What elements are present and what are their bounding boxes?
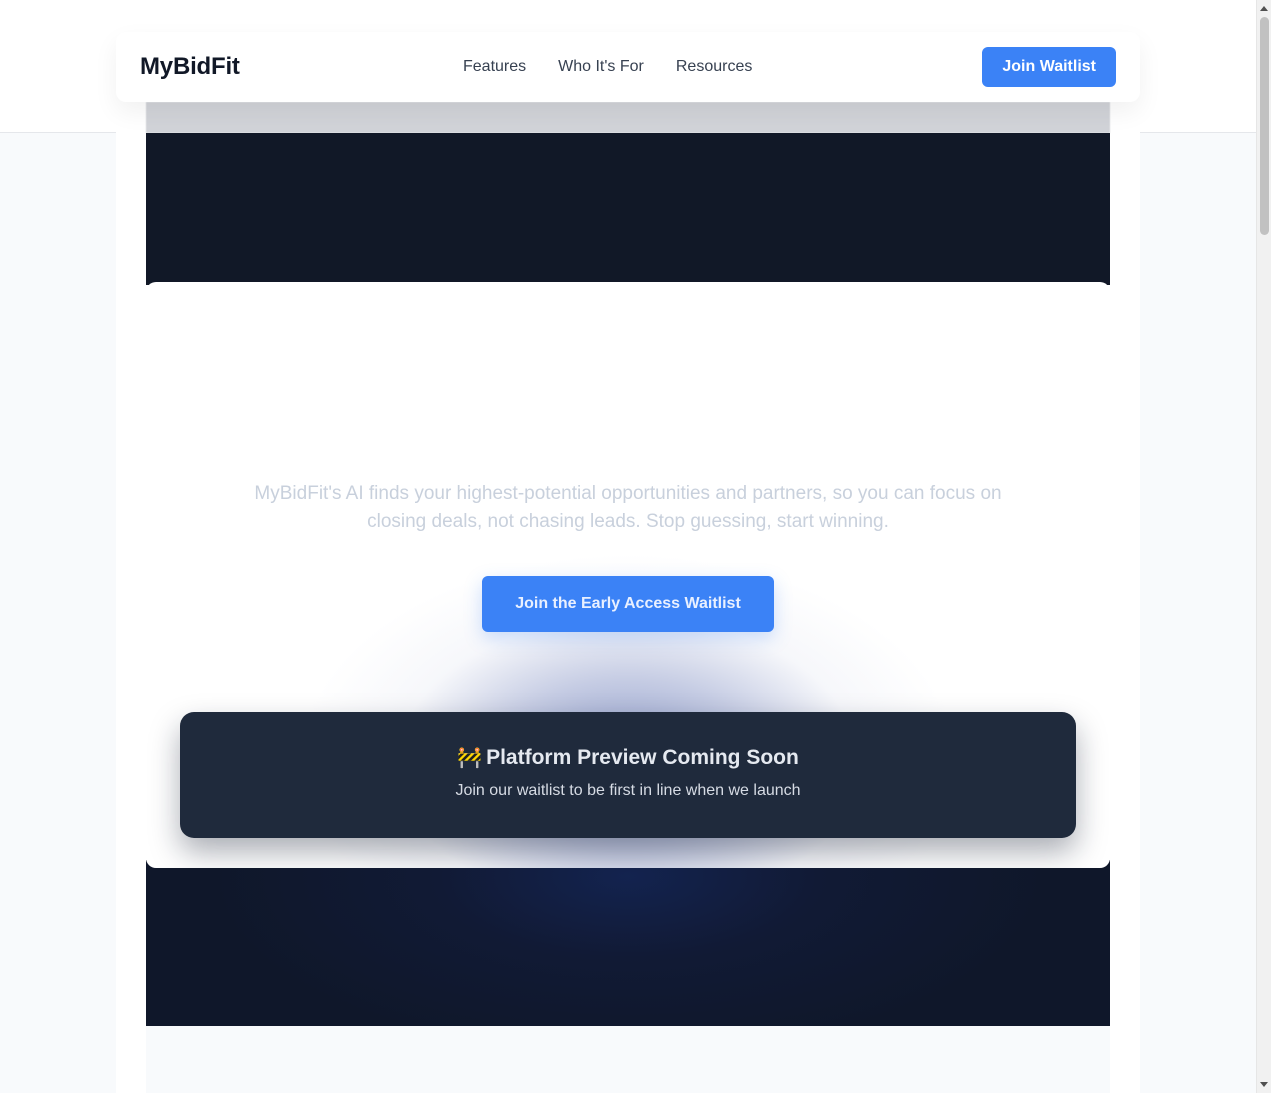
navbar-shadow (146, 102, 1110, 133)
nav-links: Features Who It's For Resources (463, 32, 752, 102)
preview-subtitle: Join our waitlist to be first in line wh… (455, 782, 801, 799)
next-section (146, 1026, 1110, 1093)
nav-link-resources[interactable]: Resources (676, 58, 752, 76)
brand-logo[interactable]: MyBidFit (140, 53, 240, 81)
page-scrollbar[interactable] (1256, 0, 1271, 1093)
hero-dark-top (146, 133, 1110, 285)
platform-preview-box: 🚧 Platform Preview Coming Soon Join our w… (180, 712, 1076, 838)
navbar: MyBidFit Features Who It's For Resources… (116, 32, 1140, 102)
join-waitlist-button[interactable]: Join Waitlist (982, 47, 1116, 87)
construction-icon: 🚧 (457, 747, 483, 769)
scroll-down-arrow-icon[interactable] (1260, 1082, 1268, 1087)
early-access-waitlist-button[interactable]: Join the Early Access Waitlist (482, 576, 774, 632)
scroll-thumb[interactable] (1260, 17, 1269, 235)
nav-link-features[interactable]: Features (463, 58, 526, 76)
hero-dark-bottom (146, 860, 1110, 1026)
hero-card: MyBidFit's AI finds your highest-potenti… (146, 282, 1110, 868)
nav-link-who-its-for[interactable]: Who It's For (558, 58, 644, 76)
hero-subtitle: MyBidFit's AI finds your highest-potenti… (254, 483, 1002, 532)
scroll-up-arrow-icon[interactable] (1260, 6, 1268, 11)
preview-title: 🚧 Platform Preview Coming Soon (180, 745, 1076, 770)
preview-title-text: Platform Preview Coming Soon (486, 746, 799, 769)
page: MyBidFit Features Who It's For Resources… (0, 0, 1271, 1093)
